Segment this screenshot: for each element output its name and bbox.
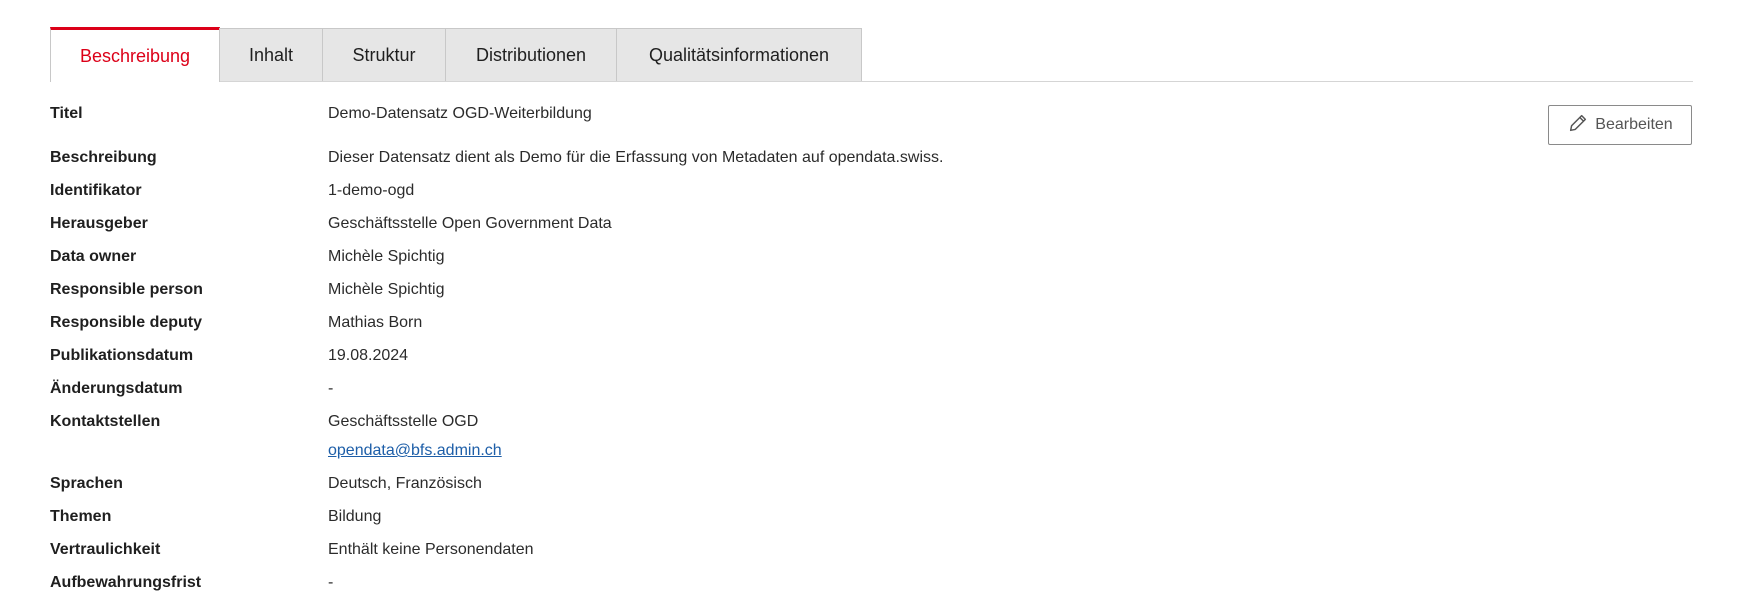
detail-value: Michèle Spichtig bbox=[328, 248, 445, 265]
detail-label: Identifikator bbox=[50, 182, 142, 199]
detail-value: - bbox=[328, 380, 334, 397]
detail-row-publikationsdatum: Publikationsdatum 19.08.2024 bbox=[50, 346, 1350, 366]
detail-row-kontaktstellen: Kontaktstellen Geschäftsstelle OGD opend… bbox=[50, 412, 1350, 461]
detail-label: Responsible deputy bbox=[50, 314, 203, 331]
detail-label: Data owner bbox=[50, 248, 137, 265]
tab-qualitaetsinformationen[interactable]: Qualitätsinformationen bbox=[616, 28, 862, 81]
detail-value: 19.08.2024 bbox=[328, 347, 409, 364]
detail-value: Mathias Born bbox=[328, 314, 423, 331]
detail-row-aenderungsdatum: Änderungsdatum - bbox=[50, 379, 1350, 399]
detail-label: Änderungsdatum bbox=[50, 380, 183, 397]
detail-row-herausgeber: Herausgeber Geschäftsstelle Open Governm… bbox=[50, 214, 1350, 234]
edit-button-label: Bearbeiten bbox=[1595, 116, 1673, 133]
detail-row-responsible-deputy: Responsible deputy Mathias Born bbox=[50, 313, 1350, 333]
detail-value: Demo-Datensatz OGD-Weiterbildung bbox=[328, 105, 592, 122]
detail-value: Michèle Spichtig bbox=[328, 281, 445, 298]
tab-beschreibung[interactable]: Beschreibung bbox=[50, 27, 220, 82]
detail-row-titel: Titel Demo-Datensatz OGD-Weiterbildung bbox=[50, 104, 1350, 124]
detail-row-responsible-person: Responsible person Michèle Spichtig bbox=[50, 280, 1350, 300]
detail-value: Bildung bbox=[328, 508, 382, 525]
detail-value: Geschäftsstelle Open Government Data bbox=[328, 215, 612, 232]
detail-row-beschreibung: Beschreibung Dieser Datensatz dient als … bbox=[50, 148, 1350, 168]
detail-row-vertraulichkeit: Vertraulichkeit Enthält keine Personenda… bbox=[50, 540, 1350, 560]
contact-name: Geschäftsstelle OGD bbox=[328, 413, 479, 430]
detail-label: Titel bbox=[50, 105, 83, 122]
detail-label: Publikationsdatum bbox=[50, 347, 194, 364]
detail-row-sprachen: Sprachen Deutsch, Französisch bbox=[50, 474, 1350, 494]
tab-struktur[interactable]: Struktur bbox=[322, 28, 446, 81]
dataset-details: Titel Demo-Datensatz OGD-Weiterbildung B… bbox=[50, 104, 1350, 593]
detail-value: Geschäftsstelle OGD opendata@bfs.admin.c… bbox=[328, 412, 502, 461]
pencil-icon bbox=[1567, 112, 1589, 139]
detail-label: Vertraulichkeit bbox=[50, 541, 161, 558]
detail-row-identifikator: Identifikator 1-demo-ogd bbox=[50, 181, 1350, 201]
edit-button[interactable]: Bearbeiten bbox=[1548, 105, 1692, 145]
detail-row-data-owner: Data owner Michèle Spichtig bbox=[50, 247, 1350, 267]
detail-label: Beschreibung bbox=[50, 149, 157, 166]
detail-label: Kontaktstellen bbox=[50, 413, 161, 430]
detail-row-aufbewahrungsfrist: Aufbewahrungsfrist - bbox=[50, 573, 1350, 593]
detail-value: Dieser Datensatz dient als Demo für die … bbox=[328, 149, 944, 166]
detail-value: Enthält keine Personendaten bbox=[328, 541, 534, 558]
detail-value: - bbox=[328, 574, 334, 591]
detail-row-themen: Themen Bildung bbox=[50, 507, 1350, 527]
detail-label: Herausgeber bbox=[50, 215, 148, 232]
tab-distributionen[interactable]: Distributionen bbox=[445, 28, 617, 81]
detail-label: Themen bbox=[50, 508, 112, 525]
tab-inhalt[interactable]: Inhalt bbox=[219, 28, 323, 81]
contact-email-link[interactable]: opendata@bfs.admin.ch bbox=[328, 442, 502, 459]
detail-label: Aufbewahrungsfrist bbox=[50, 574, 202, 591]
tab-bar: Beschreibung Inhalt Struktur Distributio… bbox=[50, 27, 1693, 82]
detail-label: Responsible person bbox=[50, 281, 203, 298]
detail-label: Sprachen bbox=[50, 475, 123, 492]
detail-value: Deutsch, Französisch bbox=[328, 475, 482, 492]
detail-value: 1-demo-ogd bbox=[328, 182, 415, 199]
